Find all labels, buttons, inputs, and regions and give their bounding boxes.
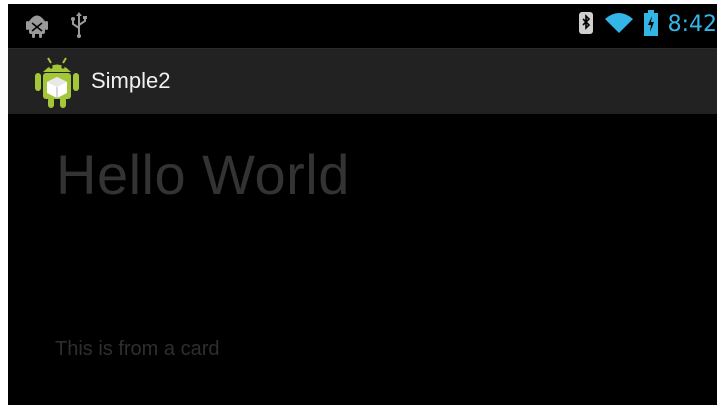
usb-icon — [70, 12, 88, 42]
bluetooth-icon — [578, 10, 594, 40]
status-right-icons: 8:42 — [578, 10, 717, 40]
android-debug-icon — [26, 12, 48, 42]
hello-headline: Hello World — [56, 143, 350, 206]
clock-time: 8:42 — [667, 12, 717, 37]
app-title: Simple2 — [91, 68, 171, 93]
status-left-icons — [26, 12, 88, 42]
status-bar: 8:42 — [8, 4, 717, 48]
main-content: Hello World This is from a card — [8, 114, 717, 405]
action-bar: Simple2 — [8, 48, 717, 115]
battery-charging-icon — [643, 10, 658, 40]
wifi-icon — [604, 11, 634, 39]
card-text: This is from a card — [55, 338, 220, 360]
device-screen: 8:42 Simple2 Hello World This is from a … — [8, 4, 717, 405]
android-app-icon[interactable] — [34, 55, 80, 109]
